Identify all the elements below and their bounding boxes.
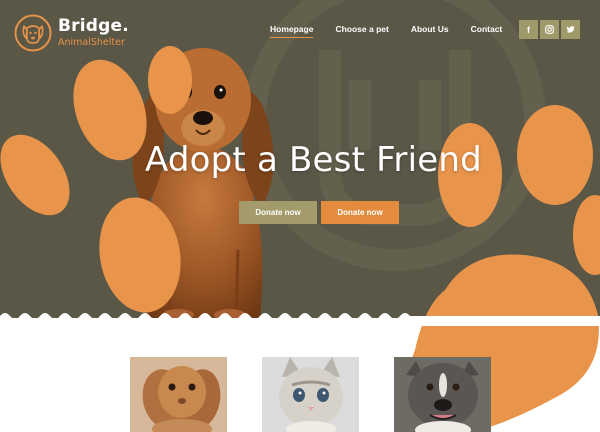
instagram-icon[interactable] [540, 20, 559, 39]
brand[interactable]: Bridge. AnimalShelter [14, 14, 129, 52]
main-navigation: Homepage Choose a pet About Us Contact [270, 24, 524, 38]
donate-now-button-primary[interactable]: Donate now [239, 201, 317, 224]
nav-homepage[interactable]: Homepage [270, 24, 314, 38]
brand-tagline: AnimalShelter [58, 37, 125, 49]
pet-gallery [0, 357, 600, 432]
nav-choose-a-pet[interactable]: Choose a pet [335, 24, 388, 38]
donate-now-button-secondary[interactable]: Donate now [321, 201, 399, 224]
pet-card-kitten[interactable] [262, 357, 359, 432]
facebook-icon[interactable]: f [519, 20, 538, 39]
social-links: f [519, 20, 582, 39]
scalloped-divider [0, 313, 600, 326]
hero-headline: Adopt a Best Friend [145, 140, 482, 180]
nav-contact[interactable]: Contact [471, 24, 503, 38]
dog-face-logo-icon [14, 14, 52, 52]
rabbit-photo [130, 357, 227, 432]
pet-card-rabbit[interactable] [130, 357, 227, 432]
brand-name: Bridge. [58, 16, 129, 37]
twitter-icon[interactable] [561, 20, 580, 39]
kitten-photo [262, 357, 359, 432]
nav-about-us[interactable]: About Us [411, 24, 449, 38]
pet-card-pitbull[interactable] [394, 357, 491, 432]
pitbull-photo [394, 357, 491, 432]
